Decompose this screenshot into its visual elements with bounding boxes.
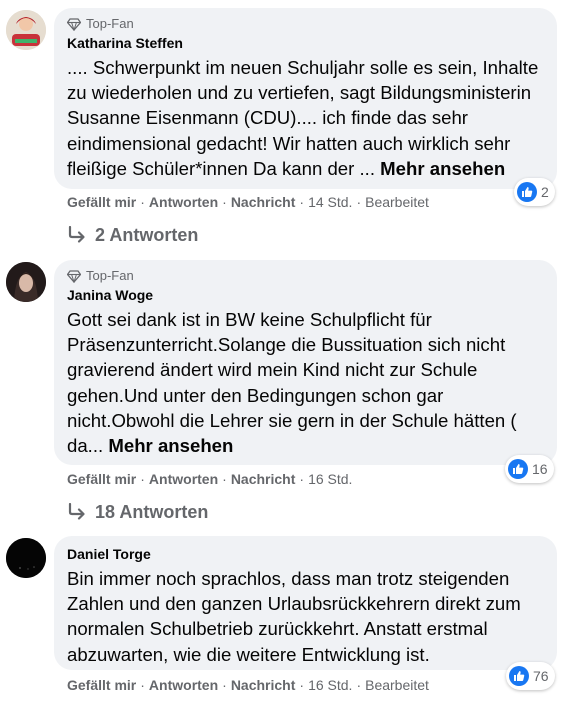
separator: · (140, 194, 145, 210)
comment-actions: Gefällt mir · Antworten · Nachricht · 14 St… (67, 192, 429, 212)
diamond-icon (67, 269, 81, 283)
edited-label: Bearbeitet (365, 194, 429, 210)
comment-body: Bin immer noch sprachlos, dass man trotz… (67, 568, 521, 665)
like-icon (508, 459, 528, 479)
separator: · (140, 677, 145, 693)
message-button[interactable]: Nachricht (231, 675, 296, 695)
comment-bubble: Daniel Torge Bin immer noch sprachlos, d… (54, 536, 557, 670)
comment-text: .... Schwerpunkt im neuen Schuljahr soll… (67, 55, 544, 181)
comment-author[interactable]: Janina Woge (67, 285, 544, 305)
like-icon (509, 666, 529, 686)
avatar[interactable] (6, 10, 46, 50)
comment-text: Gott sei dank ist in BW keine Schulpflic… (67, 307, 544, 458)
timestamp[interactable]: 14 Std. (308, 192, 352, 212)
comment-actions: Gefällt mir · Antworten · Nachricht · 16 St… (67, 469, 352, 489)
like-icon (517, 182, 537, 202)
separator: · (356, 677, 362, 693)
like-button[interactable]: Gefällt mir (67, 192, 136, 212)
see-more-link[interactable]: Mehr ansehen (108, 435, 233, 456)
message-button[interactable]: Nachricht (231, 192, 296, 212)
separator: · (299, 677, 305, 693)
timestamp[interactable]: 16 Std. (308, 469, 352, 489)
comment-bubble: Top-Fan Janina Woge Gott sei dank ist in… (54, 260, 557, 465)
avatar[interactable] (6, 262, 46, 302)
replies-label: 18 Antworten (95, 501, 209, 522)
reaction-number: 16 (532, 461, 548, 477)
reply-button[interactable]: Antworten (149, 469, 218, 489)
reply-button[interactable]: Antworten (149, 192, 218, 212)
separator: · (222, 194, 227, 210)
reply-button[interactable]: Antworten (149, 675, 218, 695)
reply-arrow-icon (68, 503, 85, 520)
separator: · (356, 194, 362, 210)
like-button[interactable]: Gefällt mir (67, 675, 136, 695)
comment-author[interactable]: Katharina Steffen (67, 33, 544, 53)
separator: · (299, 471, 305, 487)
view-replies-button[interactable]: 18 Antworten (67, 500, 208, 524)
top-fan-badge: Top-Fan (67, 16, 544, 32)
message-button[interactable]: Nachricht (231, 469, 296, 489)
reply-arrow-icon (68, 226, 85, 243)
comment-body: Gott sei dank ist in BW keine Schulpflic… (67, 309, 517, 457)
avatar[interactable] (6, 538, 46, 578)
comment-actions: Gefällt mir · Antworten · Nachricht · 16 St… (67, 675, 429, 695)
badge-label: Top-Fan (86, 268, 134, 283)
reaction-count[interactable]: 2 (514, 178, 555, 206)
reaction-count[interactable]: 16 (505, 455, 554, 483)
separator: · (299, 194, 305, 210)
timestamp[interactable]: 16 Std. (308, 675, 352, 695)
separator: · (222, 677, 227, 693)
comment-bubble: Top-Fan Katharina Steffen .... Schwerpun… (54, 8, 557, 189)
edited-label: Bearbeitet (365, 677, 429, 693)
see-more-link[interactable]: Mehr ansehen (380, 158, 505, 179)
reaction-number: 76 (533, 668, 549, 684)
diamond-icon (67, 17, 81, 31)
separator: · (140, 471, 145, 487)
replies-label: 2 Antworten (95, 224, 199, 245)
like-button[interactable]: Gefällt mir (67, 469, 136, 489)
view-replies-button[interactable]: 2 Antworten (67, 223, 198, 247)
comment-text: Bin immer noch sprachlos, dass man trotz… (67, 566, 544, 667)
reaction-count[interactable]: 76 (506, 662, 555, 690)
top-fan-badge: Top-Fan (67, 268, 544, 284)
reaction-number: 2 (541, 184, 549, 200)
badge-label: Top-Fan (86, 16, 134, 31)
comment-author[interactable]: Daniel Torge (67, 544, 544, 564)
separator: · (222, 471, 227, 487)
